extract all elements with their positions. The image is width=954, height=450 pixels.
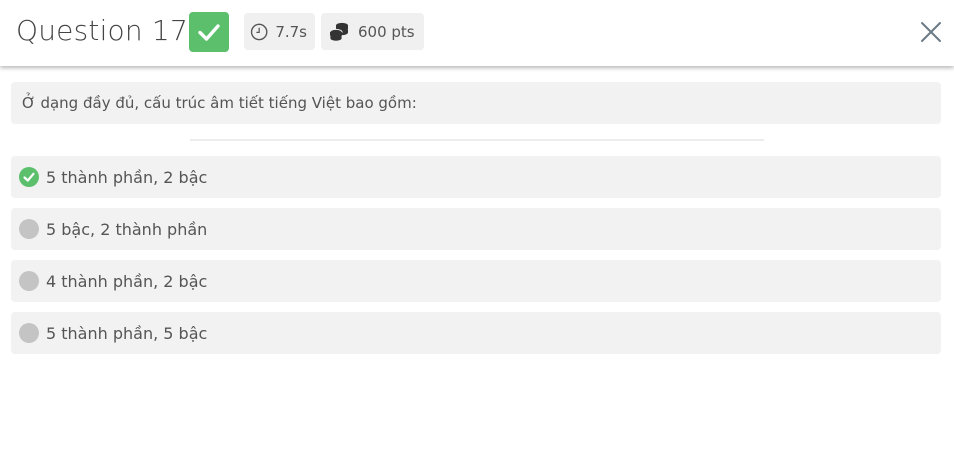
answer-label: 5 thành phần, 2 bậc (46, 167, 208, 187)
radio-circle-icon (19, 219, 39, 239)
radio-circle-icon (19, 271, 39, 291)
answer-option-4[interactable]: 5 thành phần, 5 bậc (11, 312, 941, 354)
answer-option-3[interactable]: 4 thành phần, 2 bậc (11, 260, 941, 302)
time-taken-value: 7.7s (275, 22, 307, 41)
close-button[interactable] (918, 19, 944, 45)
question-title: Question 17 (16, 14, 188, 47)
check-icon (23, 172, 35, 182)
answer-label: 5 thành phần, 5 bậc (46, 323, 208, 343)
answer-option-1[interactable]: 5 thành phần, 2 bậc (11, 156, 941, 198)
answer-option-2[interactable]: 5 bậc, 2 thành phần (11, 208, 941, 250)
points-value: 600 pts (358, 22, 415, 41)
answer-label: 4 thành phần, 2 bậc (46, 271, 208, 291)
clock-icon (250, 23, 268, 40)
time-taken-pill: 7.7s (244, 13, 315, 50)
question-header: Question 17 7.7s 600 pts (0, 0, 954, 66)
radio-circle-icon (19, 323, 39, 343)
correct-answer-icon (19, 167, 39, 187)
coins-icon (329, 22, 348, 41)
divider (190, 139, 764, 141)
answer-label: 5 bậc, 2 thành phần (46, 219, 208, 239)
question-text: Ở dạng đầy đủ, cấu trúc âm tiết tiếng Vi… (22, 94, 417, 112)
question-text-box: Ở dạng đầy đủ, cấu trúc âm tiết tiếng Vi… (11, 82, 941, 124)
correct-status-badge (189, 12, 229, 52)
points-pill: 600 pts (321, 13, 424, 50)
answer-list: 5 thành phần, 2 bậc 5 bậc, 2 thành phần … (11, 156, 941, 364)
close-icon (921, 22, 941, 42)
check-icon (198, 24, 220, 41)
